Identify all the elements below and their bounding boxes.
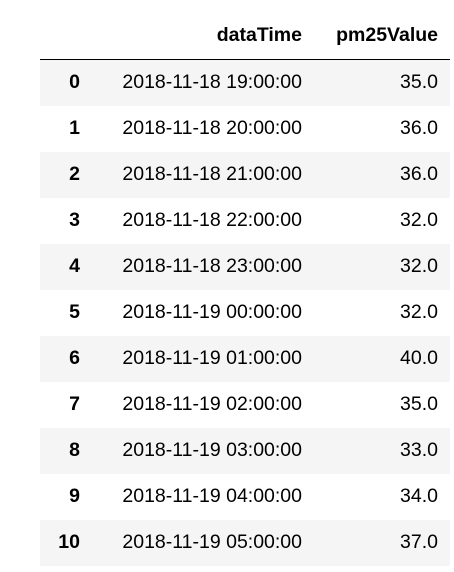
table-row: 0 2018-11-18 19:00:00 35.0 — [40, 59, 450, 106]
row-index: 10 — [58, 531, 80, 553]
header-row: dataTime pm25Value — [40, 12, 450, 60]
dataframe-output: dataTime pm25Value 0 2018-11-18 19:00:00… — [0, 0, 454, 572]
cell-pm25value: 36.0 — [400, 163, 438, 185]
row-index: 5 — [69, 301, 80, 323]
table-row: 8 2018-11-19 03:00:00 33.0 — [40, 427, 450, 474]
cell-pm25value: 40.0 — [400, 347, 438, 369]
table-row: 2 2018-11-18 21:00:00 36.0 — [40, 151, 450, 198]
cell-datatime: 2018-11-19 02:00:00 — [122, 393, 302, 415]
cell-pm25value: 32.0 — [400, 209, 438, 231]
table-row: 10 2018-11-19 05:00:00 37.0 — [40, 519, 450, 566]
row-index: 7 — [69, 393, 80, 415]
cell-datatime: 2018-11-19 00:00:00 — [122, 301, 302, 323]
cell-datatime: 2018-11-18 19:00:00 — [122, 71, 302, 94]
cell-datatime: 2018-11-18 23:00:00 — [122, 255, 302, 277]
cell-pm25value: 36.0 — [400, 117, 438, 139]
cell-datatime: 2018-11-18 22:00:00 — [122, 209, 302, 231]
row-index: 9 — [69, 485, 80, 507]
cell-datatime: 2018-11-19 04:00:00 — [122, 485, 302, 507]
row-index: 4 — [69, 255, 80, 277]
row-index: 3 — [69, 209, 80, 231]
cell-pm25value: 34.0 — [400, 485, 438, 507]
table-row: 4 2018-11-18 23:00:00 32.0 — [40, 243, 450, 290]
table-row: 6 2018-11-19 01:00:00 40.0 — [40, 335, 450, 382]
cell-pm25value: 32.0 — [400, 255, 438, 277]
cell-datatime: 2018-11-18 21:00:00 — [122, 163, 302, 185]
cell-pm25value: 37.0 — [400, 531, 438, 553]
table-row: 1 2018-11-18 20:00:00 36.0 — [40, 106, 450, 152]
index-column-header — [40, 12, 92, 60]
row-index: 0 — [69, 71, 80, 94]
cell-pm25value: 32.0 — [400, 301, 438, 323]
column-header-datatime: dataTime — [92, 12, 314, 60]
table-header: dataTime pm25Value — [40, 12, 450, 60]
cell-datatime: 2018-11-19 05:00:00 — [122, 531, 302, 553]
cell-datatime: 2018-11-18 20:00:00 — [122, 117, 302, 139]
table-row: 3 2018-11-18 22:00:00 32.0 — [40, 198, 450, 244]
column-header-pm25value: pm25Value — [314, 12, 450, 60]
row-index: 6 — [69, 347, 80, 369]
cell-pm25value: 33.0 — [400, 439, 438, 461]
dataframe-table: dataTime pm25Value 0 2018-11-18 19:00:00… — [40, 12, 450, 566]
table-row: 7 2018-11-19 02:00:00 35.0 — [40, 382, 450, 428]
cell-datatime: 2018-11-19 01:00:00 — [122, 347, 302, 369]
table-body: 0 2018-11-18 19:00:00 35.0 1 2018-11-18 … — [40, 59, 450, 566]
row-index: 1 — [69, 117, 80, 139]
row-index: 2 — [69, 163, 80, 185]
cell-pm25value: 35.0 — [400, 71, 438, 94]
row-index: 8 — [69, 439, 80, 461]
table-row: 9 2018-11-19 04:00:00 34.0 — [40, 474, 450, 520]
cell-datatime: 2018-11-19 03:00:00 — [122, 439, 302, 461]
cell-pm25value: 35.0 — [400, 393, 438, 415]
table-row: 5 2018-11-19 00:00:00 32.0 — [40, 290, 450, 336]
